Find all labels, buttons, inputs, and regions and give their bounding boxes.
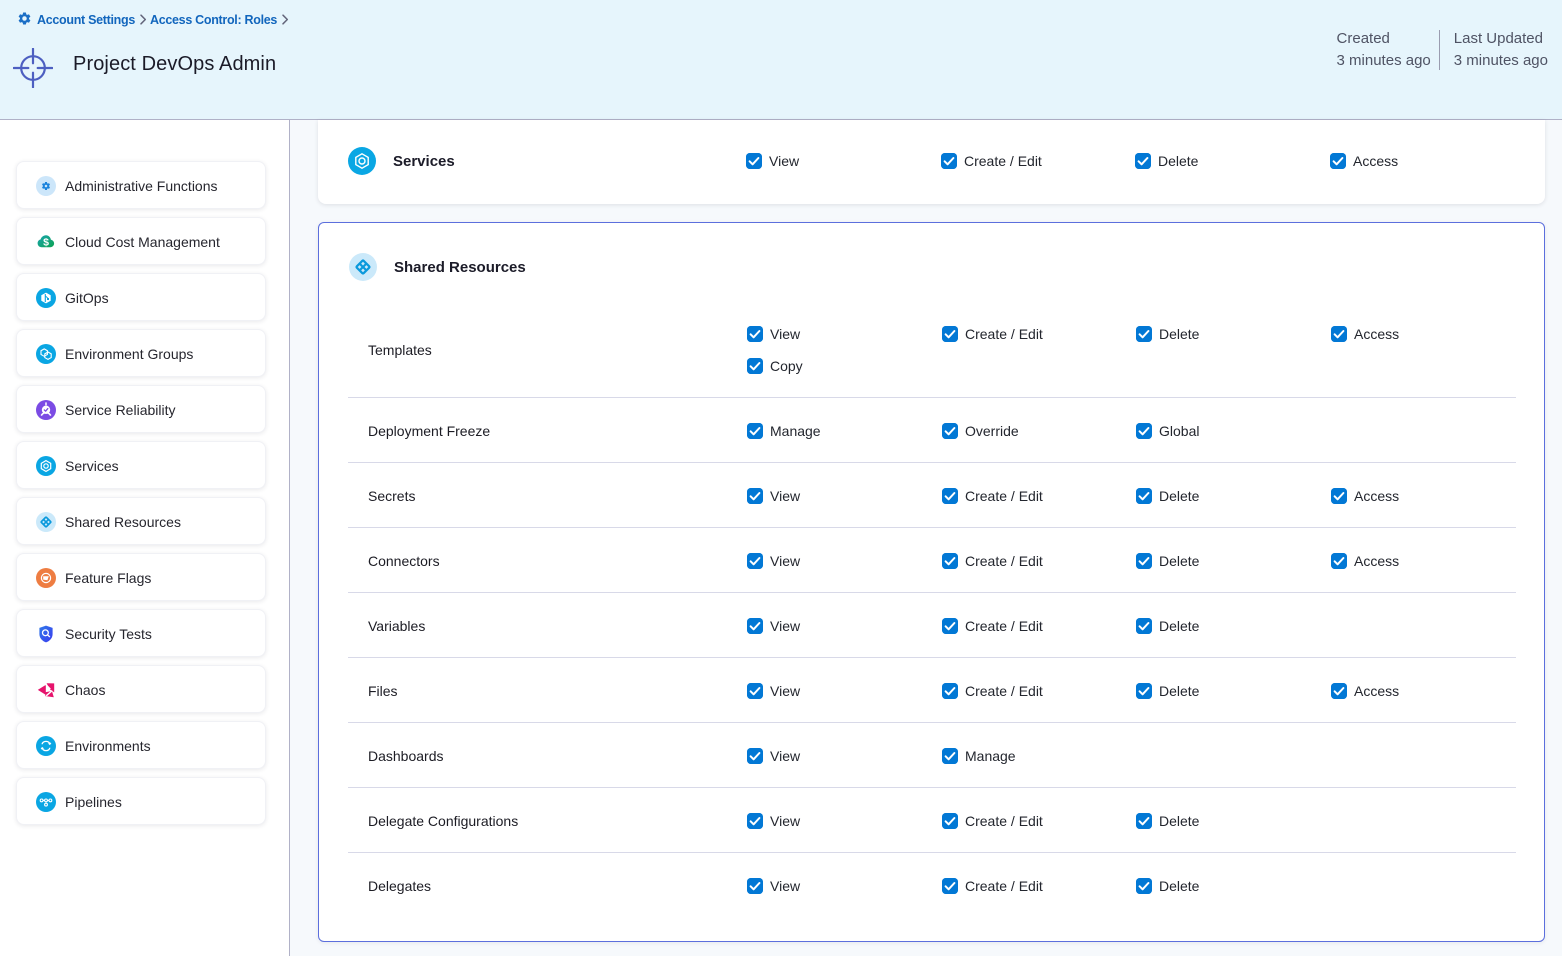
svg-text:$: $ — [43, 237, 49, 249]
